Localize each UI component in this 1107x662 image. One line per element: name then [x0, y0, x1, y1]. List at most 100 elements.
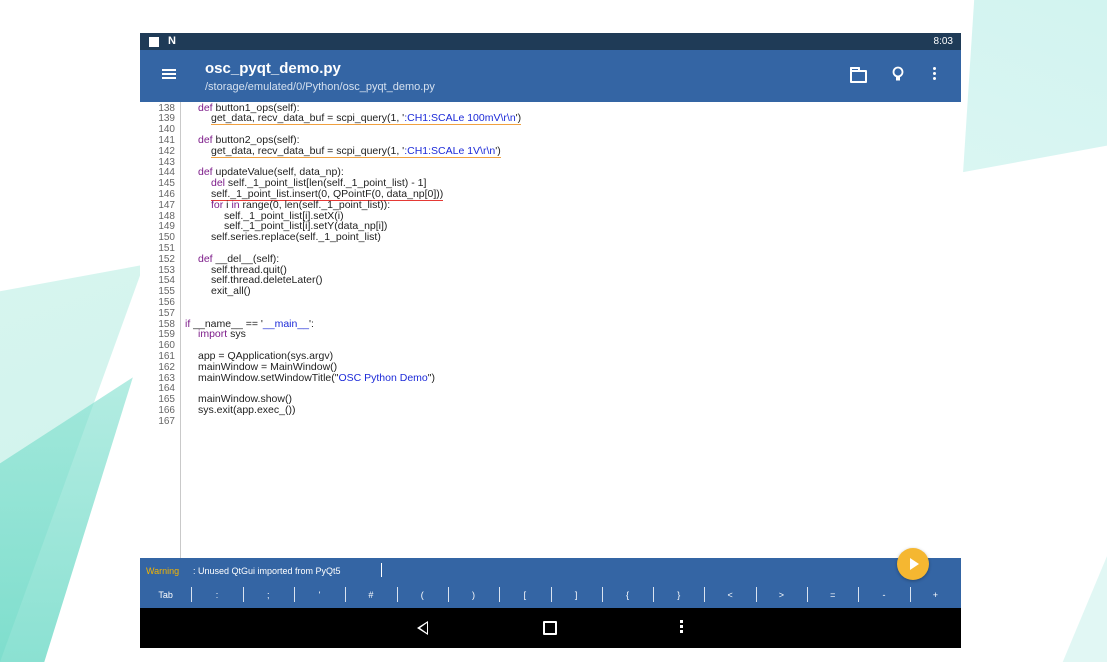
back-icon[interactable] — [417, 621, 428, 635]
key-separator — [550, 587, 552, 602]
line-number: 145 — [158, 178, 175, 190]
line-number: 158 — [158, 318, 175, 330]
notification-square-icon — [149, 36, 159, 47]
run-play-button[interactable] — [897, 548, 929, 580]
code-token: self.series.replace(self._1_point_list) — [211, 231, 381, 244]
key-separator — [345, 587, 347, 602]
key-separator — [447, 587, 449, 602]
line-number: 154 — [158, 275, 175, 287]
key-symbol[interactable]: } — [653, 590, 704, 600]
code-token: for — [211, 198, 224, 211]
key-separator — [396, 587, 398, 602]
line-number: 139 — [158, 113, 175, 125]
nav-menu-icon[interactable] — [680, 620, 683, 635]
key-symbol[interactable]: ( — [397, 590, 448, 600]
key-symbol[interactable]: + — [910, 590, 961, 600]
code-token: get_data, recv_data_buf = scpi_query(1, … — [211, 112, 405, 126]
key-separator — [499, 587, 501, 602]
code-token: ') — [515, 112, 522, 126]
line-number: 166 — [158, 404, 175, 416]
folder-icon[interactable] — [850, 67, 867, 83]
clock: 8:03 — [933, 36, 953, 47]
tablet-screen: N 8:03 osc_pyqt_demo.py /storage/emulate… — [140, 33, 961, 648]
line-number: 144 — [158, 167, 175, 179]
key-separator — [653, 587, 655, 602]
line-number: 146 — [158, 188, 175, 200]
code-token: ") — [427, 371, 435, 384]
line-number: 156 — [158, 296, 175, 308]
line-number: 159 — [158, 329, 175, 341]
line-number: 153 — [158, 264, 175, 276]
key-symbol[interactable]: < — [704, 590, 755, 600]
key-symbol[interactable]: : — [191, 590, 242, 600]
line-number: 143 — [158, 156, 175, 168]
warning-message: : Unused QtGui imported from PyQt5 — [193, 566, 341, 576]
code-text: mainWindow.setWindowTitle("OSC Python De… — [198, 371, 435, 384]
symbol-key-bar: Tab:; ' #()[]{} < > = - + — [140, 582, 961, 608]
code-text: get_data, recv_data_buf = scpi_query(1, … — [211, 112, 522, 126]
home-icon[interactable] — [543, 621, 557, 635]
key-symbol[interactable]: { — [602, 590, 653, 600]
code-token: sys — [227, 328, 246, 341]
key-symbol[interactable]: [ — [499, 590, 550, 600]
line-number: 155 — [158, 286, 175, 298]
line-number: 151 — [158, 242, 175, 254]
line-number: 161 — [158, 350, 175, 362]
line-number: 152 — [158, 253, 175, 265]
code-token: mainWindow.setWindowTitle(" — [198, 371, 339, 384]
key-symbol[interactable]: ; — [243, 590, 294, 600]
code-token: :CH1:SCALe 100mV\r\n — [404, 112, 516, 126]
key-symbol[interactable]: - — [858, 590, 909, 600]
more-vert-icon[interactable] — [933, 67, 937, 82]
code-text: sys.exit(app.exec_()) — [198, 403, 296, 416]
key-separator — [242, 587, 244, 602]
warning-bar: Warning : Unused QtGui imported from PyQ… — [140, 558, 961, 582]
code-token: ': — [309, 317, 314, 330]
warning-cursor — [381, 563, 382, 577]
notification-n-icon: N — [168, 35, 176, 47]
key-separator — [601, 587, 603, 602]
key-separator — [755, 587, 757, 602]
code-token: __main__ — [262, 317, 310, 330]
line-number: 140 — [158, 124, 175, 136]
code-text: self.series.replace(self._1_point_list) — [211, 232, 381, 243]
menu-icon[interactable] — [162, 69, 176, 79]
line-number: 150 — [158, 232, 175, 244]
key-symbol[interactable]: = — [807, 590, 858, 600]
line-number: 167 — [158, 415, 175, 427]
line-number: 141 — [158, 134, 175, 146]
file-title: osc_pyqt_demo.py — [205, 60, 341, 77]
key-separator — [807, 587, 809, 602]
code-token: ') — [495, 144, 501, 158]
key-separator — [909, 587, 911, 602]
key-symbol[interactable]: ) — [448, 590, 499, 600]
key-separator — [293, 587, 295, 602]
lightbulb-icon[interactable] — [892, 66, 904, 87]
app-bar: osc_pyqt_demo.py /storage/emulated/0/Pyt… — [140, 50, 961, 102]
line-number: 148 — [158, 210, 175, 222]
line-number: 164 — [158, 383, 175, 395]
code-editor[interactable]: 138 def button1_ops(self): 139 get_data, re… — [140, 102, 961, 558]
code-token: import — [198, 328, 228, 341]
system-nav-bar — [140, 608, 961, 648]
key-separator — [858, 587, 860, 602]
key-symbol[interactable]: ] — [551, 590, 602, 600]
key-tab[interactable]: Tab — [140, 590, 191, 600]
key-symbol[interactable]: # — [345, 590, 396, 600]
line-number: 160 — [158, 340, 175, 352]
status-bar: N 8:03 — [140, 33, 961, 50]
line-number: 162 — [158, 361, 175, 373]
line-number: 138 — [158, 102, 175, 114]
key-symbol[interactable]: ' — [294, 590, 345, 600]
code-token: :CH1:SCALe 1V\r\n — [404, 144, 496, 158]
key-symbol[interactable]: > — [756, 590, 807, 600]
line-number: 163 — [158, 372, 175, 384]
line-number: 147 — [158, 199, 175, 211]
code-token: OSC Python Demo — [338, 371, 428, 384]
line-number: 149 — [158, 221, 175, 233]
key-separator — [191, 587, 193, 602]
key-separator — [704, 587, 706, 602]
code-text: get_data, recv_data_buf = scpi_query(1, … — [211, 144, 501, 158]
file-path: /storage/emulated/0/Python/osc_pyqt_demo… — [205, 81, 435, 93]
code-token: sys.exit(app.exec_()) — [198, 403, 296, 416]
